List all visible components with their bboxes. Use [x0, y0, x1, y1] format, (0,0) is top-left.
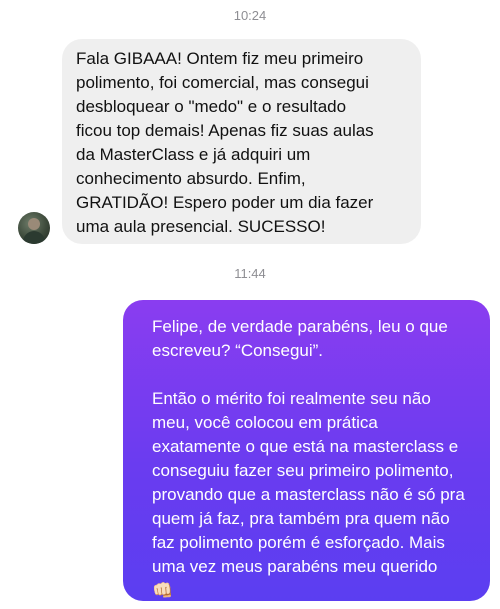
- avatar-head-shape: [28, 218, 40, 230]
- fist-bump-icon: 👊🏻: [152, 581, 174, 601]
- message-paragraph: Então o mérito foi realmente seu não meu…: [152, 387, 480, 603]
- message-paragraph: Felipe, de verdade parabéns, leu o que e…: [152, 317, 448, 360]
- timestamp: 10:24: [233, 8, 267, 23]
- avatar[interactable]: [18, 212, 50, 244]
- message-text: Então o mérito foi realmente seu não meu…: [152, 389, 465, 576]
- avatar-body-shape: [23, 231, 45, 244]
- timestamp: 11:44: [234, 266, 266, 281]
- outgoing-message-bubble[interactable]: Felipe, de verdade parabéns, leu o que e…: [123, 300, 490, 601]
- incoming-message-bubble[interactable]: Fala GIBAAA! Ontem fiz meu primeiro poli…: [62, 39, 421, 244]
